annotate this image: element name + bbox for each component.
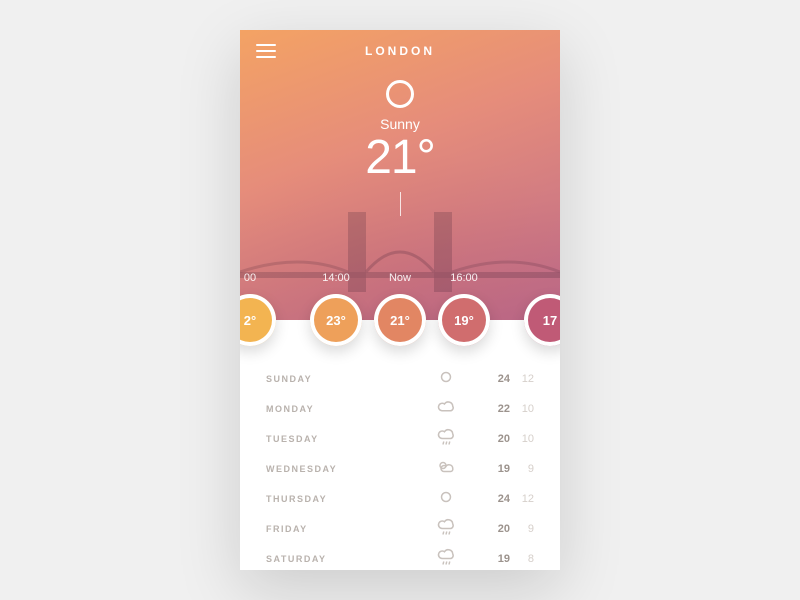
forecast-row[interactable]: FRIDAY 209 bbox=[266, 514, 534, 544]
hourly-time: 14:00 bbox=[304, 272, 368, 284]
forecast-high: 19 bbox=[476, 463, 510, 475]
hourly-time: 00 bbox=[240, 272, 282, 284]
forecast-high: 20 bbox=[476, 433, 510, 445]
hourly-item[interactable]: 00 2° bbox=[240, 272, 282, 346]
hero-panel: LONDON Sunny 21° 00 2° 14:00 23° Now 21°… bbox=[240, 30, 560, 320]
hourly-time: 16:00 bbox=[432, 272, 496, 284]
hourly-temp: 17 bbox=[543, 313, 557, 328]
rain-icon bbox=[416, 548, 476, 571]
daily-forecast: SUNDAY2412MONDAY2210TUESDAY2010WEDNESDAY… bbox=[240, 320, 560, 570]
forecast-day: MONDAY bbox=[266, 404, 416, 414]
forecast-day: FRIDAY bbox=[266, 524, 416, 534]
hourly-temp-chip[interactable]: 23° bbox=[310, 294, 362, 346]
forecast-day: TUESDAY bbox=[266, 434, 416, 444]
current-condition: Sunny bbox=[240, 116, 560, 132]
sunny-icon bbox=[386, 80, 414, 108]
hourly-temp-chip[interactable]: 21° bbox=[374, 294, 426, 346]
hourly-time: Now bbox=[368, 272, 432, 284]
forecast-low: 8 bbox=[510, 553, 534, 565]
hourly-temp: 19° bbox=[454, 313, 474, 328]
forecast-row[interactable]: TUESDAY 2010 bbox=[266, 424, 534, 454]
forecast-high: 22 bbox=[476, 403, 510, 415]
forecast-day: SUNDAY bbox=[266, 374, 416, 384]
forecast-high: 24 bbox=[476, 493, 510, 505]
city-name: LONDON bbox=[365, 44, 435, 58]
hourly-item[interactable]: Now 21° bbox=[368, 272, 432, 346]
forecast-low: 9 bbox=[510, 523, 534, 535]
hourly-temp-chip[interactable]: 2° bbox=[240, 294, 276, 346]
forecast-row[interactable]: WEDNESDAY 199 bbox=[266, 454, 534, 484]
rain-icon bbox=[416, 518, 476, 541]
current-temperature: 21° bbox=[240, 134, 560, 182]
partly-icon bbox=[416, 458, 476, 481]
forecast-high: 19 bbox=[476, 553, 510, 565]
forecast-day: SATURDAY bbox=[266, 554, 416, 564]
forecast-row[interactable]: MONDAY 2210 bbox=[266, 394, 534, 424]
hourly-temp: 2° bbox=[244, 313, 256, 328]
forecast-low: 12 bbox=[510, 493, 534, 505]
hourly-item[interactable]: 17 bbox=[518, 284, 560, 346]
forecast-high: 20 bbox=[476, 523, 510, 535]
forecast-low: 10 bbox=[510, 403, 534, 415]
hourly-temp-chip[interactable]: 19° bbox=[438, 294, 490, 346]
indicator-tick bbox=[400, 192, 401, 216]
hourly-forecast[interactable]: 00 2° 14:00 23° Now 21° 16:00 19° 17 bbox=[240, 256, 560, 346]
hourly-item[interactable]: 14:00 23° bbox=[304, 272, 368, 346]
forecast-low: 9 bbox=[510, 463, 534, 475]
forecast-low: 10 bbox=[510, 433, 534, 445]
hourly-item[interactable]: 16:00 19° bbox=[432, 272, 496, 346]
forecast-low: 12 bbox=[510, 373, 534, 385]
sunny-icon bbox=[416, 368, 476, 391]
forecast-day: THURSDAY bbox=[266, 494, 416, 504]
top-bar: LONDON bbox=[240, 44, 560, 58]
rain-icon bbox=[416, 428, 476, 451]
forecast-high: 24 bbox=[476, 373, 510, 385]
sunny-icon bbox=[416, 488, 476, 511]
forecast-day: WEDNESDAY bbox=[266, 464, 416, 474]
forecast-row[interactable]: SUNDAY 2412 bbox=[266, 364, 534, 394]
forecast-row[interactable]: THURSDAY 2412 bbox=[266, 484, 534, 514]
forecast-row[interactable]: SATURDAY 198 bbox=[266, 544, 534, 570]
current-weather: Sunny 21° bbox=[240, 80, 560, 216]
hourly-temp-chip[interactable]: 17 bbox=[524, 294, 560, 346]
hourly-temp: 23° bbox=[326, 313, 346, 328]
hourly-temp: 21° bbox=[390, 313, 410, 328]
weather-app-screen: LONDON Sunny 21° 00 2° 14:00 23° Now 21°… bbox=[240, 30, 560, 570]
menu-icon[interactable] bbox=[256, 44, 276, 58]
cloudy-icon bbox=[416, 398, 476, 421]
